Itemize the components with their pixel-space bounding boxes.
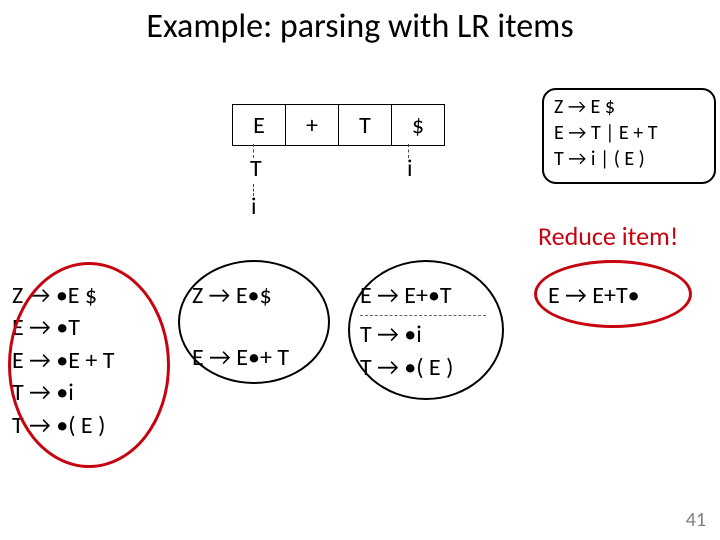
gram-t-lhs: T [554, 147, 564, 171]
ellipse-black [348, 260, 504, 400]
item-group-2: E → E+•T T → •i T → •( E ) [360, 280, 486, 384]
grammar-line: Z → E $ [554, 94, 704, 120]
reduce-label: Reduce item! [538, 220, 678, 252]
ellipse-red [534, 260, 692, 328]
gram-t-rhs: i | ( E ) [591, 147, 645, 171]
ellipse-red [8, 262, 170, 468]
page-number: 41 [686, 508, 706, 532]
grammar-box: Z → E $ E → T | E + T T → i | ( E ) [542, 88, 716, 184]
arrow-icon: → [568, 147, 591, 171]
token-T: T [338, 104, 392, 146]
token-E: E [232, 104, 286, 146]
grammar-line: E → T | E + T [554, 120, 704, 146]
derive-i: i [251, 192, 257, 221]
gram-z-rhs: E $ [591, 95, 615, 119]
arrow-icon: → [568, 95, 591, 119]
item-group-1: Z → E•$ E → E•+ T [192, 280, 289, 375]
token-row: E + T $ [232, 104, 445, 146]
item-group-0: Z → •E $ E → •T E → •E + T T → •i T → •(… [12, 280, 114, 442]
arrow-icon: → [568, 121, 591, 145]
slide: Example: parsing with LR items E + T $ T… [0, 0, 720, 540]
ellipse-black [178, 260, 330, 384]
grammar-line: T → i | ( E ) [554, 146, 704, 172]
token-plus: + [285, 104, 339, 146]
gram-e-rhs: T | E + T [591, 121, 658, 145]
gram-e-lhs: E [554, 121, 564, 145]
token-dollar: $ [391, 104, 445, 146]
derive-i-right: i [407, 154, 413, 183]
derive-T: T [250, 154, 262, 183]
item-group-3: E → E+T• [548, 280, 640, 312]
gram-z-lhs: Z [554, 95, 563, 119]
page-title: Example: parsing with LR items [0, 6, 720, 47]
